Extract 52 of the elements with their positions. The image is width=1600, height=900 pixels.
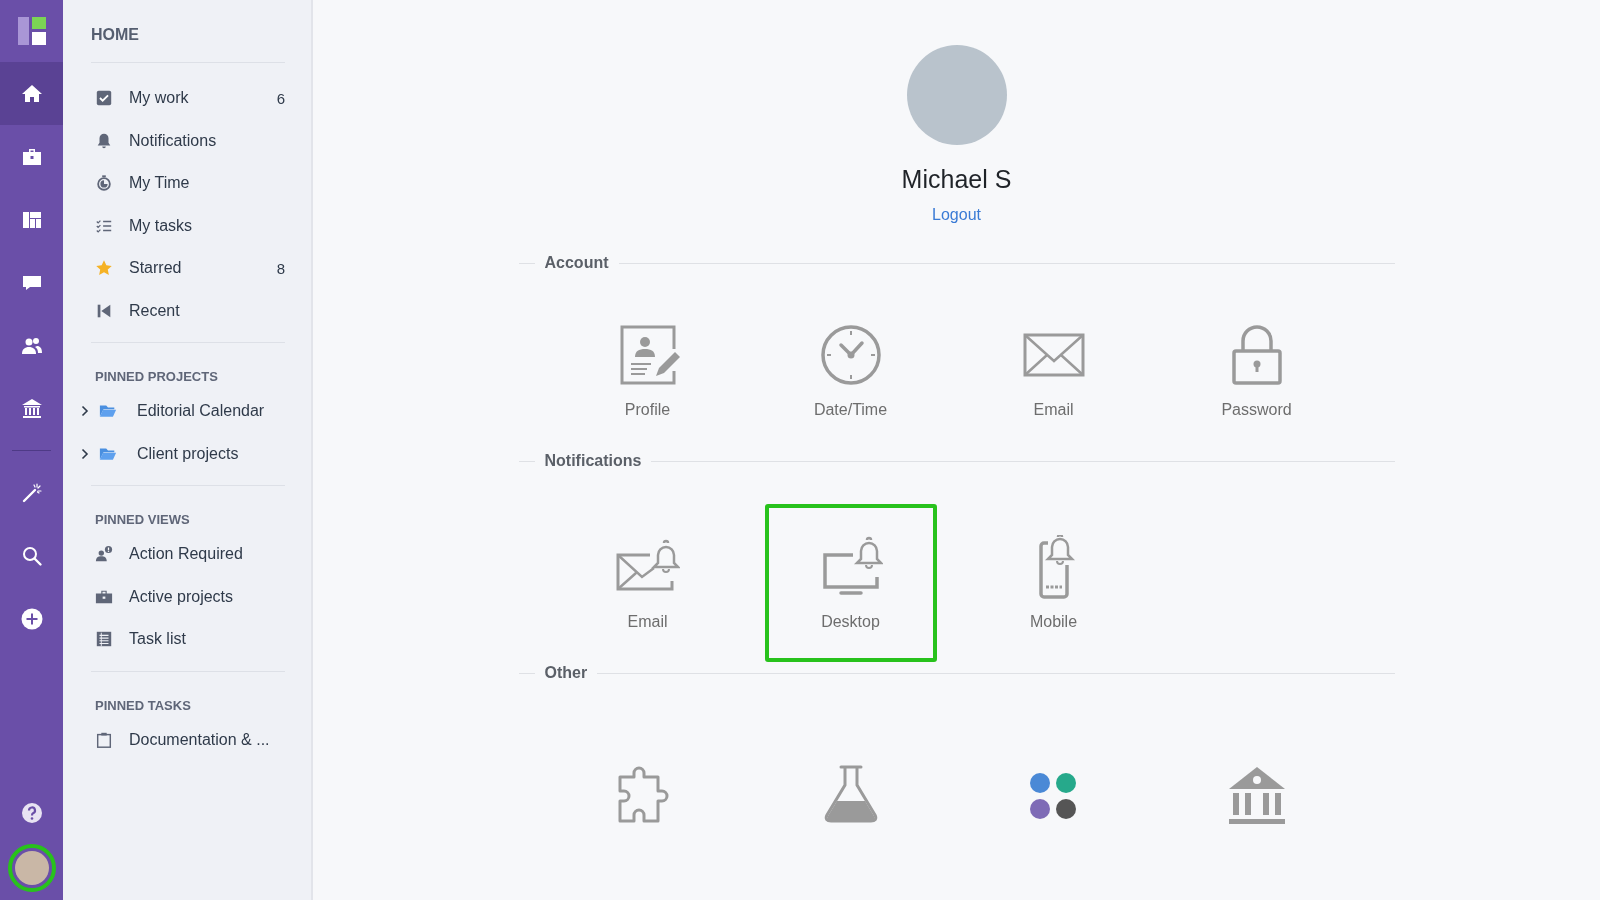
- sidebar-item[interactable]: Notifications: [129, 131, 285, 150]
- tile-label: Email: [627, 613, 668, 631]
- section-heading: PINNED PROJECTS: [94, 368, 219, 386]
- section-heading: Other: [544, 664, 588, 682]
- chevron-icon[interactable]: [81, 447, 89, 460]
- sidebar-item[interactable]: Active projects: [129, 587, 285, 606]
- user-name: Michael S: [901, 165, 1012, 194]
- item-count: 6: [276, 89, 285, 107]
- settings-tile[interactable]: Date/Time: [764, 292, 937, 450]
- tile-label: Email: [1033, 401, 1074, 419]
- sidebar-item[interactable]: Editorial Calendar: [137, 402, 285, 421]
- tile-label: Mobile: [1029, 613, 1078, 631]
- settings-tile[interactable]: Email: [561, 504, 734, 662]
- sidebar-item[interactable]: Client projects: [137, 444, 285, 463]
- section-heading: PINNED VIEWS: [94, 511, 191, 529]
- item-count: 8: [276, 259, 285, 277]
- sidebar-item[interactable]: Action Required: [129, 545, 285, 564]
- help-icon: [19, 800, 44, 825]
- app-logo[interactable]: [17, 17, 46, 45]
- star-icon: [95, 259, 113, 278]
- rail-nav-button[interactable]: [0, 62, 63, 125]
- sidebar-item[interactable]: Recent: [129, 301, 285, 320]
- logout-link[interactable]: Logout: [932, 206, 981, 224]
- tile-label: Profile: [624, 401, 671, 419]
- chevron-icon[interactable]: [81, 405, 89, 418]
- checkbox-icon: [95, 89, 113, 108]
- sidebar-item[interactable]: Starred: [129, 259, 277, 278]
- tile-label: Desktop: [821, 613, 880, 631]
- sidebar-title: HOME: [91, 0, 285, 63]
- section-heading: PINNED TASKS: [94, 696, 192, 715]
- clipboard-icon: [95, 730, 113, 749]
- sidebar-item[interactable]: My Time: [129, 174, 285, 193]
- section-heading: Notifications: [544, 452, 642, 470]
- bell-icon: [95, 131, 113, 150]
- tile-label: Password: [1221, 401, 1292, 419]
- section-heading: Account: [544, 254, 609, 272]
- sidebar-item[interactable]: Task list: [129, 630, 285, 649]
- list-icon: [95, 630, 113, 649]
- user-avatar[interactable]: [14, 851, 49, 885]
- settings-tile[interactable]: Email: [967, 292, 1140, 450]
- settings-tile[interactable]: Mobile: [967, 504, 1140, 662]
- clock-icon: [818, 323, 883, 387]
- settings-tile[interactable]: Profile: [561, 292, 734, 450]
- plus-icon: [19, 606, 44, 631]
- tile-label: Date/Time: [813, 401, 888, 419]
- sidebar-item[interactable]: Documentation & ...: [129, 730, 285, 749]
- sidebar-item[interactable]: My tasks: [129, 216, 285, 235]
- user-alert-icon: [95, 545, 113, 564]
- sidebar-item[interactable]: My work: [129, 89, 277, 108]
- settings-tile[interactable]: Desktop: [764, 504, 937, 662]
- stopwatch-icon: [95, 174, 113, 193]
- settings-tile[interactable]: Password: [1170, 292, 1343, 450]
